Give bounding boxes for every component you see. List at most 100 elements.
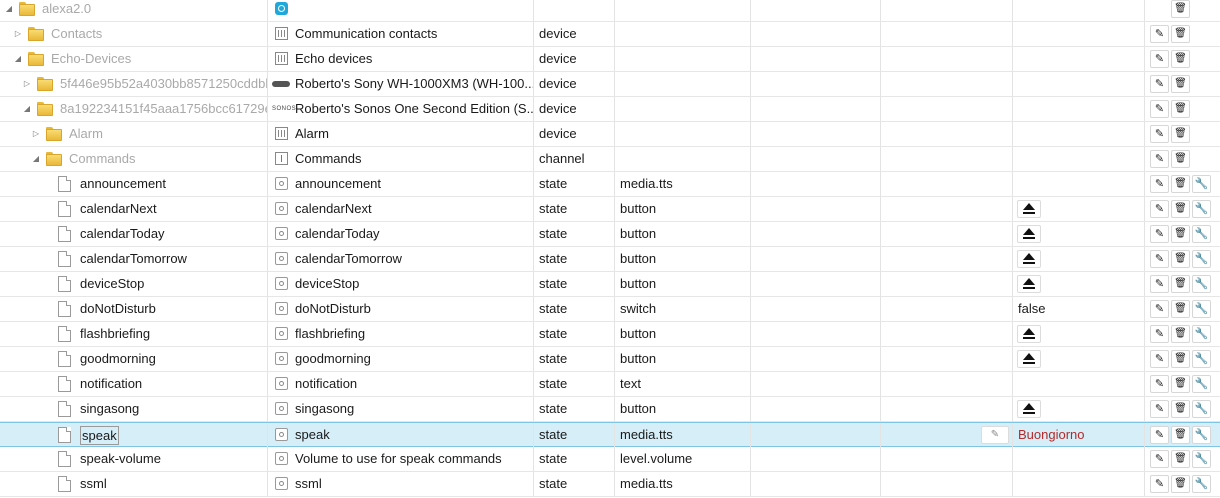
tree-row[interactable]: speak-volume Volume to use for speak comm… [0,447,1220,472]
press-button[interactable] [1017,250,1041,268]
device-icon [275,52,288,65]
edit-button[interactable]: ✎ [1150,200,1169,218]
tree-row[interactable]: ◢ alexa2.0 🗑 [0,0,1220,22]
tree-row[interactable]: ssml ssml state media.tts ✎ 🗑 🔧 [0,472,1220,497]
delete-button[interactable]: 🗑 [1171,75,1190,93]
delete-button[interactable]: 🗑 [1171,325,1190,343]
delete-button[interactable]: 🗑 [1171,225,1190,243]
edit-button[interactable]: ✎ [1150,400,1169,418]
expand-arrow-icon[interactable]: ▷ [31,122,41,146]
tree-row[interactable]: ◢ 8a192234151f45aaa1756bcc61729e SONOS Robe… [0,97,1220,122]
settings-button[interactable]: 🔧 [1192,350,1211,368]
object-name: calendarNext [295,201,372,216]
delete-button[interactable]: 🗑 [1171,200,1190,218]
edit-button[interactable]: ✎ [1150,125,1169,143]
settings-button[interactable]: 🔧 [1192,426,1211,444]
press-button[interactable] [1017,200,1041,218]
delete-button[interactable]: 🗑 [1171,450,1190,468]
tree-row[interactable]: ◢ Commands Commands channel ✎ 🗑 [0,147,1220,172]
press-button[interactable] [1017,400,1041,418]
tree-row[interactable]: calendarNext calendarNext state button ✎ 🗑 🔧 [0,197,1220,222]
room-cell [751,423,881,447]
edit-value-button[interactable]: ✎ [981,426,1009,444]
delete-button[interactable]: 🗑 [1171,25,1190,43]
object-type: device [539,76,577,91]
delete-button[interactable]: 🗑 [1171,275,1190,293]
edit-button[interactable]: ✎ [1150,325,1169,343]
tree-row[interactable]: deviceStop deviceStop state button ✎ 🗑 🔧 [0,272,1220,297]
edit-button[interactable]: ✎ [1150,25,1169,43]
headphones-icon [272,81,290,87]
edit-button[interactable]: ✎ [1150,150,1169,168]
tree-row[interactable]: ▷ Contacts Communication contacts device ✎ 🗑 [0,22,1220,47]
object-id: announcement [80,176,167,191]
edit-button[interactable]: ✎ [1150,375,1169,393]
collapse-arrow-icon[interactable]: ◢ [4,0,14,21]
settings-button[interactable]: 🔧 [1192,175,1211,193]
tree-row[interactable]: notification notification state text ✎ 🗑 🔧 [0,372,1220,397]
channel-icon [275,152,288,165]
tree-row[interactable]: flashbriefing flashbriefing state button ✎ 🗑 🔧 [0,322,1220,347]
tree-row[interactable]: calendarTomorrow calendarTomorrow state but… [0,247,1220,272]
role-cell: button [615,197,751,221]
settings-button[interactable]: 🔧 [1192,450,1211,468]
settings-button[interactable]: 🔧 [1192,300,1211,318]
tree-row[interactable]: ▷ 5f446e95b52a4030bb8571250cddbb Roberto's… [0,72,1220,97]
object-type: state [539,376,568,391]
edit-button[interactable]: ✎ [1150,350,1169,368]
delete-button[interactable]: 🗑 [1171,125,1190,143]
edit-button[interactable]: ✎ [1150,50,1169,68]
press-button[interactable] [1017,325,1041,343]
room-cell [751,222,881,246]
edit-button[interactable]: ✎ [1150,175,1169,193]
edit-button[interactable]: ✎ [1150,275,1169,293]
settings-button[interactable]: 🔧 [1192,325,1211,343]
delete-button[interactable]: 🗑 [1171,0,1190,18]
delete-button[interactable]: 🗑 [1171,426,1190,444]
tree-row[interactable]: doNotDisturb doNotDisturb state switch false… [0,297,1220,322]
press-button[interactable] [1017,225,1041,243]
settings-button[interactable]: 🔧 [1192,200,1211,218]
tree-row[interactable]: speak speak state media.tts ✎ Buongiorno ✎ 🗑 🔧 [0,422,1220,447]
press-button[interactable] [1017,275,1041,293]
name-cell: Alarm [268,122,534,146]
expand-arrow-icon[interactable]: ▷ [13,22,23,46]
press-button[interactable] [1017,350,1041,368]
delete-button[interactable]: 🗑 [1171,300,1190,318]
type-cell: state [534,472,615,496]
delete-button[interactable]: 🗑 [1171,475,1190,493]
edit-button[interactable]: ✎ [1150,300,1169,318]
edit-button[interactable]: ✎ [1150,100,1169,118]
edit-button[interactable]: ✎ [1150,250,1169,268]
tree-row[interactable]: ◢ Echo-Devices Echo devices device ✎ 🗑 [0,47,1220,72]
collapse-arrow-icon[interactable]: ◢ [22,97,32,121]
settings-button[interactable]: 🔧 [1192,275,1211,293]
delete-button[interactable]: 🗑 [1171,375,1190,393]
delete-button[interactable]: 🗑 [1171,100,1190,118]
edit-button[interactable]: ✎ [1150,225,1169,243]
tree-row[interactable]: ▷ Alarm Alarm device ✎ 🗑 [0,122,1220,147]
settings-button[interactable]: 🔧 [1192,225,1211,243]
tree-row[interactable]: calendarToday calendarToday state button ✎ 🗑 🔧 [0,222,1220,247]
settings-button[interactable]: 🔧 [1192,475,1211,493]
delete-button[interactable]: 🗑 [1171,350,1190,368]
settings-button[interactable]: 🔧 [1192,400,1211,418]
delete-button[interactable]: 🗑 [1171,250,1190,268]
edit-button[interactable]: ✎ [1150,75,1169,93]
settings-button[interactable]: 🔧 [1192,250,1211,268]
edit-button[interactable]: ✎ [1150,475,1169,493]
expand-arrow-icon[interactable]: ▷ [22,72,32,96]
collapse-arrow-icon[interactable]: ◢ [13,47,23,71]
edit-button[interactable]: ✎ [1150,426,1169,444]
tree-row[interactable]: goodmorning goodmorning state button ✎ 🗑 🔧 [0,347,1220,372]
pencil-icon: ✎ [1154,453,1165,465]
tree-row[interactable]: announcement announcement state media.tts ✎ 🗑… [0,172,1220,197]
edit-button[interactable]: ✎ [1150,450,1169,468]
tree-row[interactable]: singasong singasong state button ✎ 🗑 🔧 [0,397,1220,422]
delete-button[interactable]: 🗑 [1171,150,1190,168]
delete-button[interactable]: 🗑 [1171,400,1190,418]
settings-button[interactable]: 🔧 [1192,375,1211,393]
delete-button[interactable]: 🗑 [1171,175,1190,193]
delete-button[interactable]: 🗑 [1171,50,1190,68]
collapse-arrow-icon[interactable]: ◢ [31,147,41,171]
